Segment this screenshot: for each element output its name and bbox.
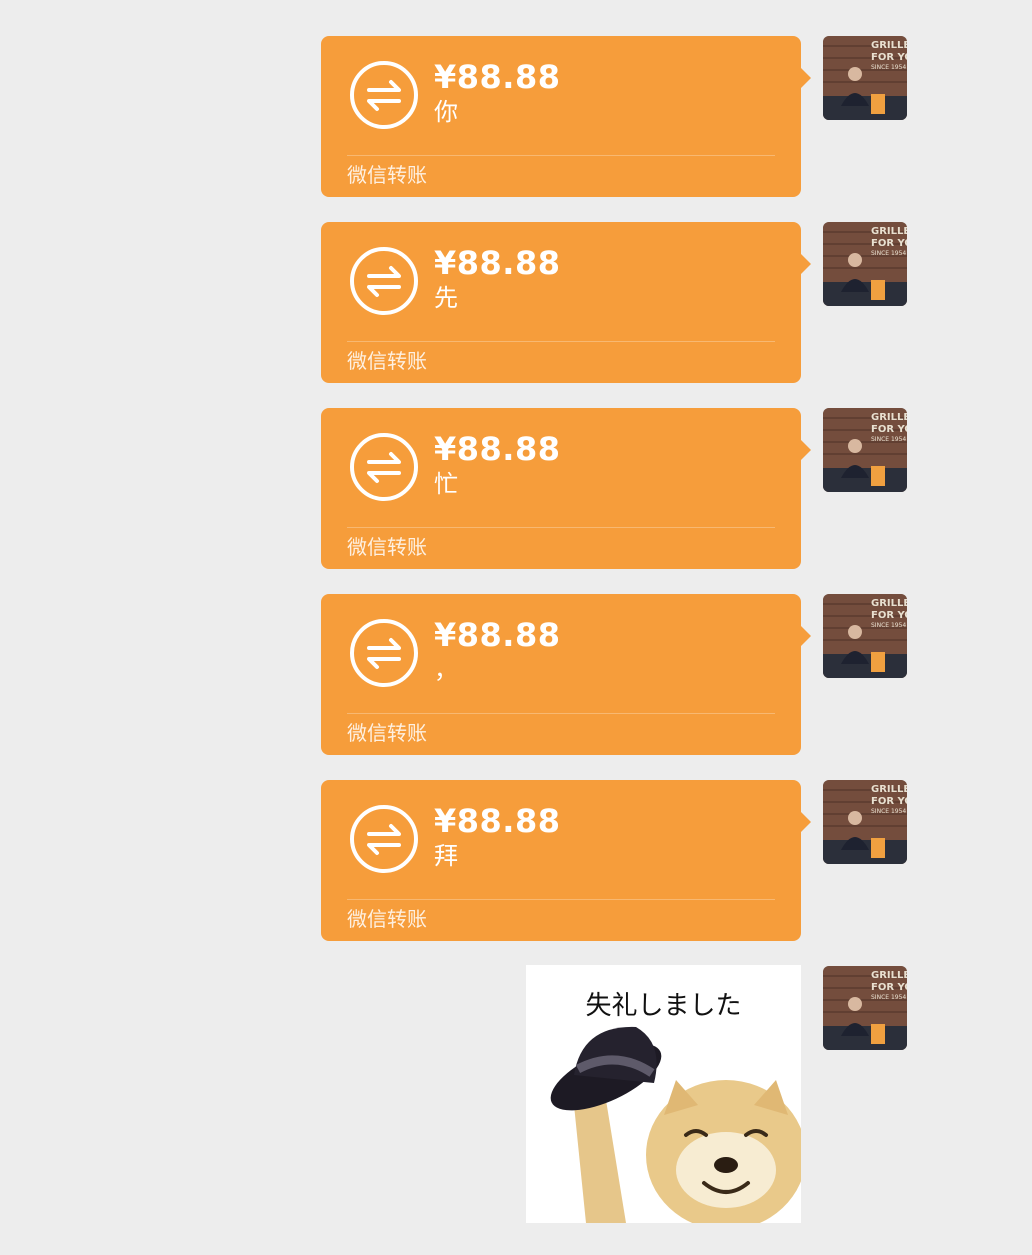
- svg-text:GRILLE: GRILLE: [871, 784, 907, 795]
- svg-text:SINCE 1954: SINCE 1954: [871, 436, 906, 443]
- transfer-arrows-icon: [350, 619, 418, 687]
- transfer-label: 微信转账: [347, 349, 427, 373]
- transfer-amount: ¥88.88: [434, 616, 561, 654]
- transfer-label: 微信转账: [347, 535, 427, 559]
- svg-text:SINCE 1954: SINCE 1954: [871, 622, 906, 629]
- avatar[interactable]: GRILLE FOR YO SINCE 1954: [823, 408, 907, 492]
- svg-text:GRILLE: GRILLE: [871, 970, 907, 981]
- avatar[interactable]: GRILLE FOR YO SINCE 1954: [823, 36, 907, 120]
- transfer-note: 你: [434, 98, 458, 126]
- bubble-divider: [347, 341, 775, 342]
- avatar-photo-icon: GRILLE FOR YO SINCE 1954: [823, 966, 907, 1050]
- avatar-photo-icon: GRILLE FOR YO SINCE 1954: [823, 780, 907, 864]
- bubble-tail: [801, 68, 811, 88]
- avatar-photo-icon: GRILLE FOR YO SINCE 1954: [823, 408, 907, 492]
- bubble-tail: [801, 440, 811, 460]
- svg-text:FOR YO: FOR YO: [871, 424, 907, 435]
- svg-text:SINCE 1954: SINCE 1954: [871, 994, 906, 1001]
- bubble-tail: [801, 626, 811, 646]
- svg-text:GRILLE: GRILLE: [871, 226, 907, 237]
- transfer-amount: ¥88.88: [434, 58, 561, 96]
- transfer-note: 先: [434, 284, 458, 312]
- bubble-tail: [801, 812, 811, 832]
- transfer-label: 微信转账: [347, 721, 427, 745]
- bubble-divider: [347, 713, 775, 714]
- bubble-divider: [347, 527, 775, 528]
- transfer-bubble[interactable]: ¥88.88 ， 微信转账: [321, 594, 811, 755]
- transfer-bubble[interactable]: ¥88.88 忙 微信转账: [321, 408, 811, 569]
- svg-text:FOR YO: FOR YO: [871, 796, 907, 807]
- transfer-note: 忙: [434, 470, 458, 498]
- transfer-amount: ¥88.88: [434, 430, 561, 468]
- svg-text:FOR YO: FOR YO: [871, 610, 907, 621]
- svg-text:FOR YO: FOR YO: [871, 982, 907, 993]
- svg-text:GRILLE: GRILLE: [871, 40, 907, 51]
- svg-text:FOR YO: FOR YO: [871, 52, 907, 63]
- transfer-bubble[interactable]: ¥88.88 先 微信转账: [321, 222, 811, 383]
- bubble-divider: [347, 899, 775, 900]
- bubble-tail: [801, 254, 811, 274]
- transfer-amount: ¥88.88: [434, 802, 561, 840]
- svg-text:SINCE 1954: SINCE 1954: [871, 250, 906, 257]
- svg-text:GRILLE: GRILLE: [871, 598, 907, 609]
- transfer-bubble[interactable]: ¥88.88 拜 微信转账: [321, 780, 811, 941]
- transfer-amount: ¥88.88: [434, 244, 561, 282]
- transfer-arrows-icon: [350, 433, 418, 501]
- sticker-message[interactable]: 失礼しました: [526, 965, 801, 1223]
- svg-text:GRILLE: GRILLE: [871, 412, 907, 423]
- transfer-label: 微信转账: [347, 907, 427, 931]
- avatar-photo-icon: GRILLE FOR YO SINCE 1954: [823, 594, 907, 678]
- transfer-arrows-icon: [350, 805, 418, 873]
- svg-text:SINCE 1954: SINCE 1954: [871, 64, 906, 71]
- avatar-photo-icon: GRILLE FOR YO SINCE 1954: [823, 222, 907, 306]
- transfer-arrows-icon: [350, 247, 418, 315]
- avatar-photo-icon: GRILLE FOR YO SINCE 1954: [823, 36, 907, 120]
- avatar[interactable]: GRILLE FOR YO SINCE 1954: [823, 222, 907, 306]
- transfer-bubble[interactable]: ¥88.88 你 微信转账: [321, 36, 811, 197]
- transfer-arrows-icon: [350, 61, 418, 129]
- svg-text:FOR YO: FOR YO: [871, 238, 907, 249]
- transfer-note: ，: [434, 656, 458, 684]
- avatar[interactable]: GRILLE FOR YO SINCE 1954: [823, 780, 907, 864]
- transfer-note: 拜: [434, 842, 458, 870]
- avatar[interactable]: GRILLE FOR YO SINCE 1954: [823, 966, 907, 1050]
- svg-text:SINCE 1954: SINCE 1954: [871, 808, 906, 815]
- shiba-dog-icon: [550, 1026, 801, 1223]
- transfer-label: 微信转账: [347, 163, 427, 187]
- bubble-divider: [347, 155, 775, 156]
- avatar[interactable]: GRILLE FOR YO SINCE 1954: [823, 594, 907, 678]
